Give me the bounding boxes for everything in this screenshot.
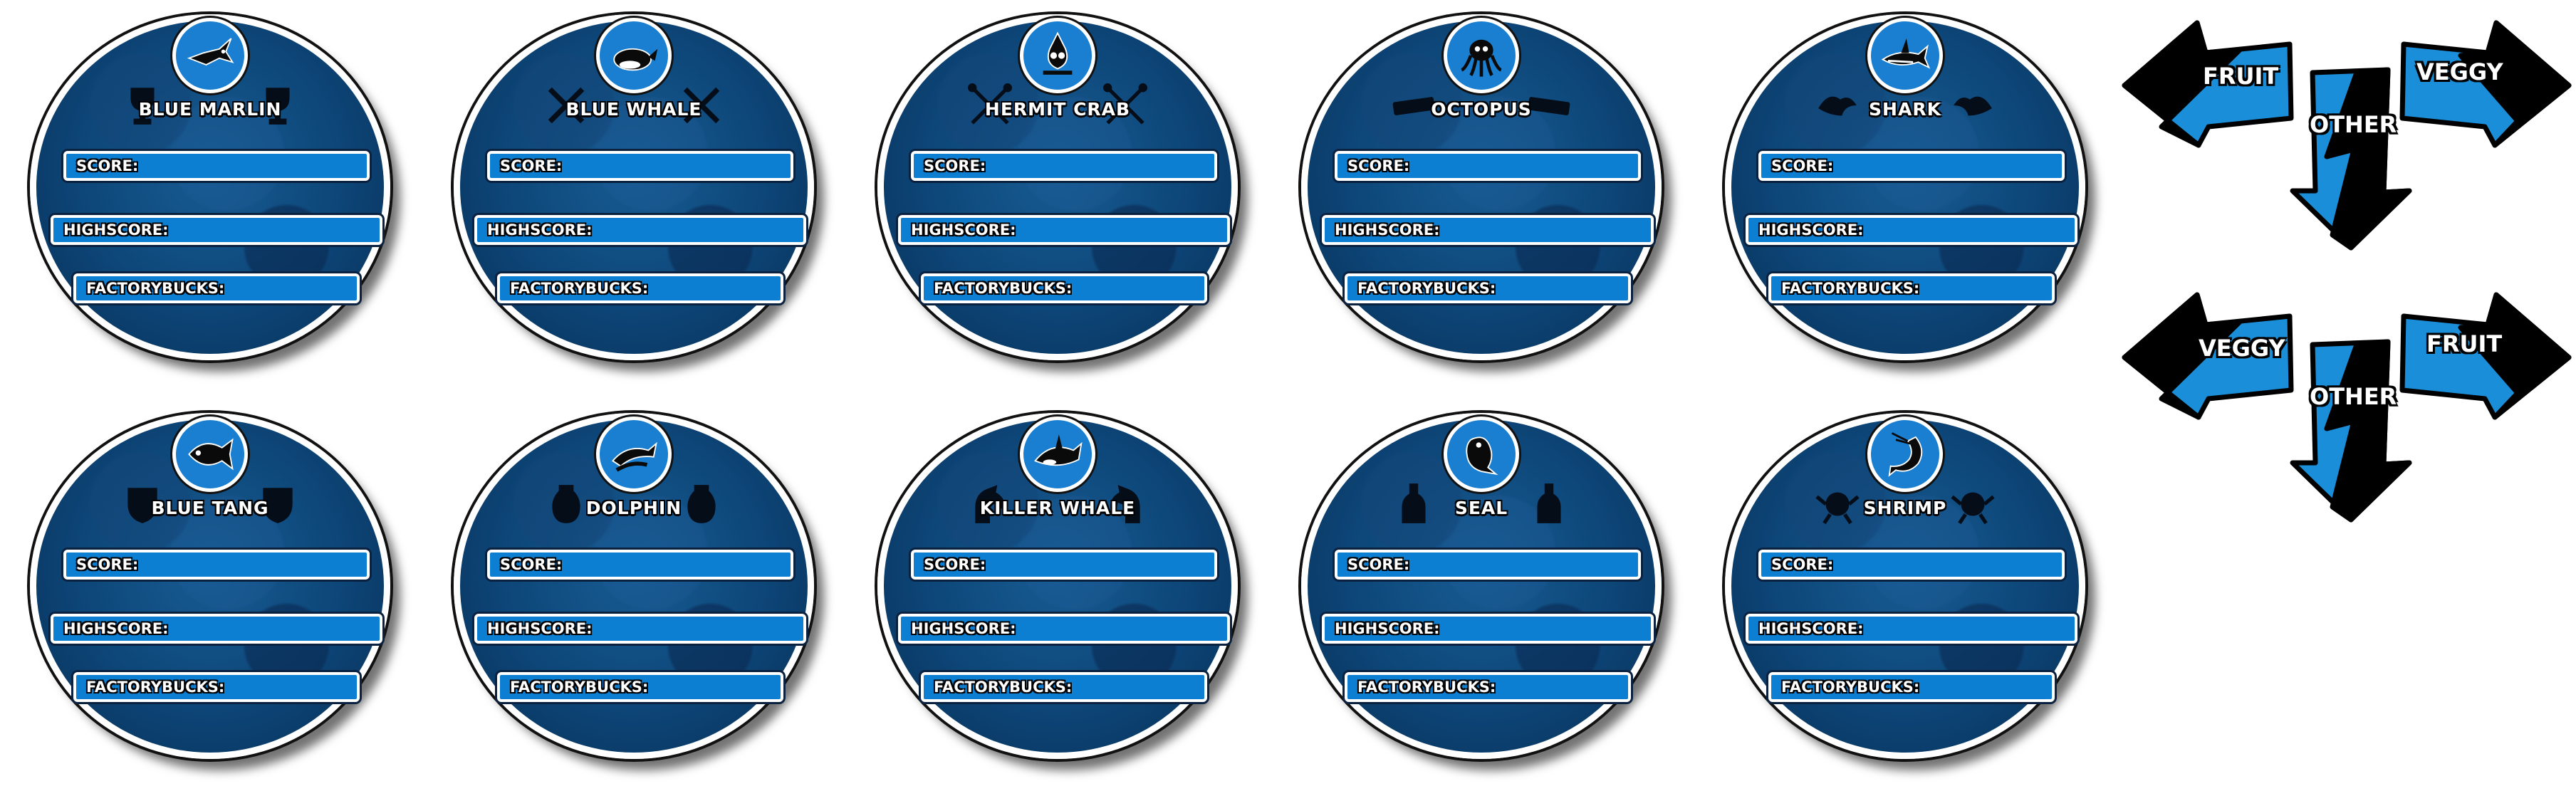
score-field: SCORE: xyxy=(1758,151,2065,181)
shrimp-icon xyxy=(1867,417,1943,492)
factorybucks-label: FACTORYBUCKS: xyxy=(1781,679,1920,696)
factorybucks-field: FACTORYBUCKS: xyxy=(1768,672,2055,702)
highscore-field: HIGHSCORE: xyxy=(1322,614,1654,644)
highscore-label: HIGHSCORE: xyxy=(1335,620,1440,637)
score-label: SCORE: xyxy=(76,157,139,174)
score-field: SCORE: xyxy=(63,151,370,181)
score-label: SCORE: xyxy=(1771,157,1834,174)
card-dolphin[interactable]: DOLPHIN SCORE: HIGHSCORE: FACTORYBUCKS: xyxy=(454,413,814,759)
highscore-label: HIGHSCORE: xyxy=(487,620,593,637)
factorybucks-field: FACTORYBUCKS: xyxy=(1345,273,1631,303)
highscore-label: HIGHSCORE: xyxy=(1335,221,1440,239)
highscore-label: HIGHSCORE: xyxy=(911,221,1016,239)
score-label: SCORE: xyxy=(500,157,563,174)
score-label: SCORE: xyxy=(1347,556,1410,573)
score-label: SCORE: xyxy=(924,556,986,573)
card-shark[interactable]: SHARK SCORE: HIGHSCORE: FACTORYBUCKS: xyxy=(1725,14,2085,360)
crab-icon xyxy=(1020,18,1095,93)
score-field: SCORE: xyxy=(487,151,793,181)
highscore-field: HIGHSCORE: xyxy=(474,215,806,245)
score-field: SCORE: xyxy=(1335,550,1641,580)
seal-icon xyxy=(1444,417,1519,492)
arrow-down-label[interactable]: OTHER xyxy=(2310,111,2397,138)
card-title: OCTOPUS xyxy=(1431,99,1532,120)
card-title: SEAL xyxy=(1454,498,1508,518)
factorybucks-label: FACTORYBUCKS: xyxy=(1357,679,1496,696)
factorybucks-label: FACTORYBUCKS: xyxy=(934,679,1073,696)
arrow-down-label[interactable]: OTHER xyxy=(2310,383,2397,410)
category-arrows-1: FRUIT VEGGY OTHER xyxy=(2119,14,2575,256)
factorybucks-field: FACTORYBUCKS: xyxy=(921,273,1207,303)
highscore-field: HIGHSCORE: xyxy=(1746,614,2077,644)
factorybucks-field: FACTORYBUCKS: xyxy=(497,672,783,702)
score-label: SCORE: xyxy=(500,556,563,573)
octopus-icon xyxy=(1444,18,1519,93)
score-field: SCORE: xyxy=(1758,550,2065,580)
score-label: SCORE: xyxy=(1347,157,1410,174)
whale-icon xyxy=(596,18,672,93)
card-hermit-crab[interactable]: HERMIT CRAB SCORE: HIGHSCORE: FACTORYBUC… xyxy=(877,14,1238,360)
factorybucks-label: FACTORYBUCKS: xyxy=(1781,280,1920,297)
factorybucks-field: FACTORYBUCKS: xyxy=(921,672,1207,702)
card-seal[interactable]: SEAL SCORE: HIGHSCORE: FACTORYBUCKS: xyxy=(1301,413,1662,759)
highscore-label: HIGHSCORE: xyxy=(1758,221,1864,239)
score-field: SCORE: xyxy=(63,550,370,580)
card-title: KILLER WHALE xyxy=(979,498,1136,518)
highscore-field: HIGHSCORE: xyxy=(474,614,806,644)
arrow-right-label[interactable]: VEGGY xyxy=(2416,58,2503,85)
card-octopus[interactable]: OCTOPUS SCORE: HIGHSCORE: FACTORYBUCKS: xyxy=(1301,14,1662,360)
category-arrows-2: VEGGY FRUIT OTHER xyxy=(2119,286,2575,528)
highscore-field: HIGHSCORE: xyxy=(51,215,382,245)
orca-icon xyxy=(1020,417,1095,492)
highscore-field: HIGHSCORE: xyxy=(1746,215,2077,245)
factorybucks-label: FACTORYBUCKS: xyxy=(934,280,1073,297)
arrow-right-label[interactable]: FRUIT xyxy=(2426,330,2502,357)
factorybucks-field: FACTORYBUCKS: xyxy=(73,672,360,702)
card-title: BLUE MARLIN xyxy=(138,99,282,120)
highscore-field: HIGHSCORE: xyxy=(898,215,1230,245)
factorybucks-label: FACTORYBUCKS: xyxy=(510,280,649,297)
dolphin-icon xyxy=(596,417,672,492)
highscore-field: HIGHSCORE: xyxy=(1322,215,1654,245)
arrow-left-label[interactable]: FRUIT xyxy=(2203,63,2278,90)
card-blue-marlin[interactable]: BLUE MARLIN SCORE: HIGHSCORE: FACTORYBUC… xyxy=(30,14,390,360)
highscore-field: HIGHSCORE: xyxy=(51,614,382,644)
highscore-label: HIGHSCORE: xyxy=(911,620,1016,637)
card-title: BLUE WHALE xyxy=(565,99,702,120)
tang-icon xyxy=(172,417,248,492)
highscore-label: HIGHSCORE: xyxy=(63,221,169,239)
score-field: SCORE: xyxy=(487,550,793,580)
factorybucks-label: FACTORYBUCKS: xyxy=(86,280,225,297)
factorybucks-label: FACTORYBUCKS: xyxy=(1357,280,1496,297)
score-field: SCORE: xyxy=(911,151,1217,181)
card-shrimp[interactable]: SHRIMP SCORE: HIGHSCORE: FACTORYBUCKS: xyxy=(1725,413,2085,759)
card-title: BLUE TANG xyxy=(151,498,269,518)
card-title: HERMIT CRAB xyxy=(984,99,1131,120)
card-title: SHRIMP xyxy=(1863,498,1947,518)
factorybucks-label: FACTORYBUCKS: xyxy=(510,679,649,696)
factorybucks-label: FACTORYBUCKS: xyxy=(86,679,225,696)
arrow-left-label[interactable]: VEGGY xyxy=(2199,335,2285,362)
highscore-label: HIGHSCORE: xyxy=(1758,620,1864,637)
highscore-label: HIGHSCORE: xyxy=(487,221,593,239)
score-field: SCORE: xyxy=(911,550,1217,580)
card-killer-whale[interactable]: KILLER WHALE SCORE: HIGHSCORE: FACTORYBU… xyxy=(877,413,1238,759)
card-blue-whale[interactable]: BLUE WHALE SCORE: HIGHSCORE: FACTORYBUCK… xyxy=(454,14,814,360)
factorybucks-field: FACTORYBUCKS: xyxy=(1345,672,1631,702)
shark-icon xyxy=(1867,18,1943,93)
factorybucks-field: FACTORYBUCKS: xyxy=(1768,273,2055,303)
highscore-label: HIGHSCORE: xyxy=(63,620,169,637)
highscore-field: HIGHSCORE: xyxy=(898,614,1230,644)
score-label: SCORE: xyxy=(76,556,139,573)
card-title: SHARK xyxy=(1869,99,1941,120)
score-label: SCORE: xyxy=(924,157,986,174)
card-blue-tang[interactable]: BLUE TANG SCORE: HIGHSCORE: FACTORYBUCKS… xyxy=(30,413,390,759)
card-title: DOLPHIN xyxy=(585,498,682,518)
score-field: SCORE: xyxy=(1335,151,1641,181)
factorybucks-field: FACTORYBUCKS: xyxy=(497,273,783,303)
score-label: SCORE: xyxy=(1771,556,1834,573)
factorybucks-field: FACTORYBUCKS: xyxy=(73,273,360,303)
marlin-icon xyxy=(172,18,248,93)
